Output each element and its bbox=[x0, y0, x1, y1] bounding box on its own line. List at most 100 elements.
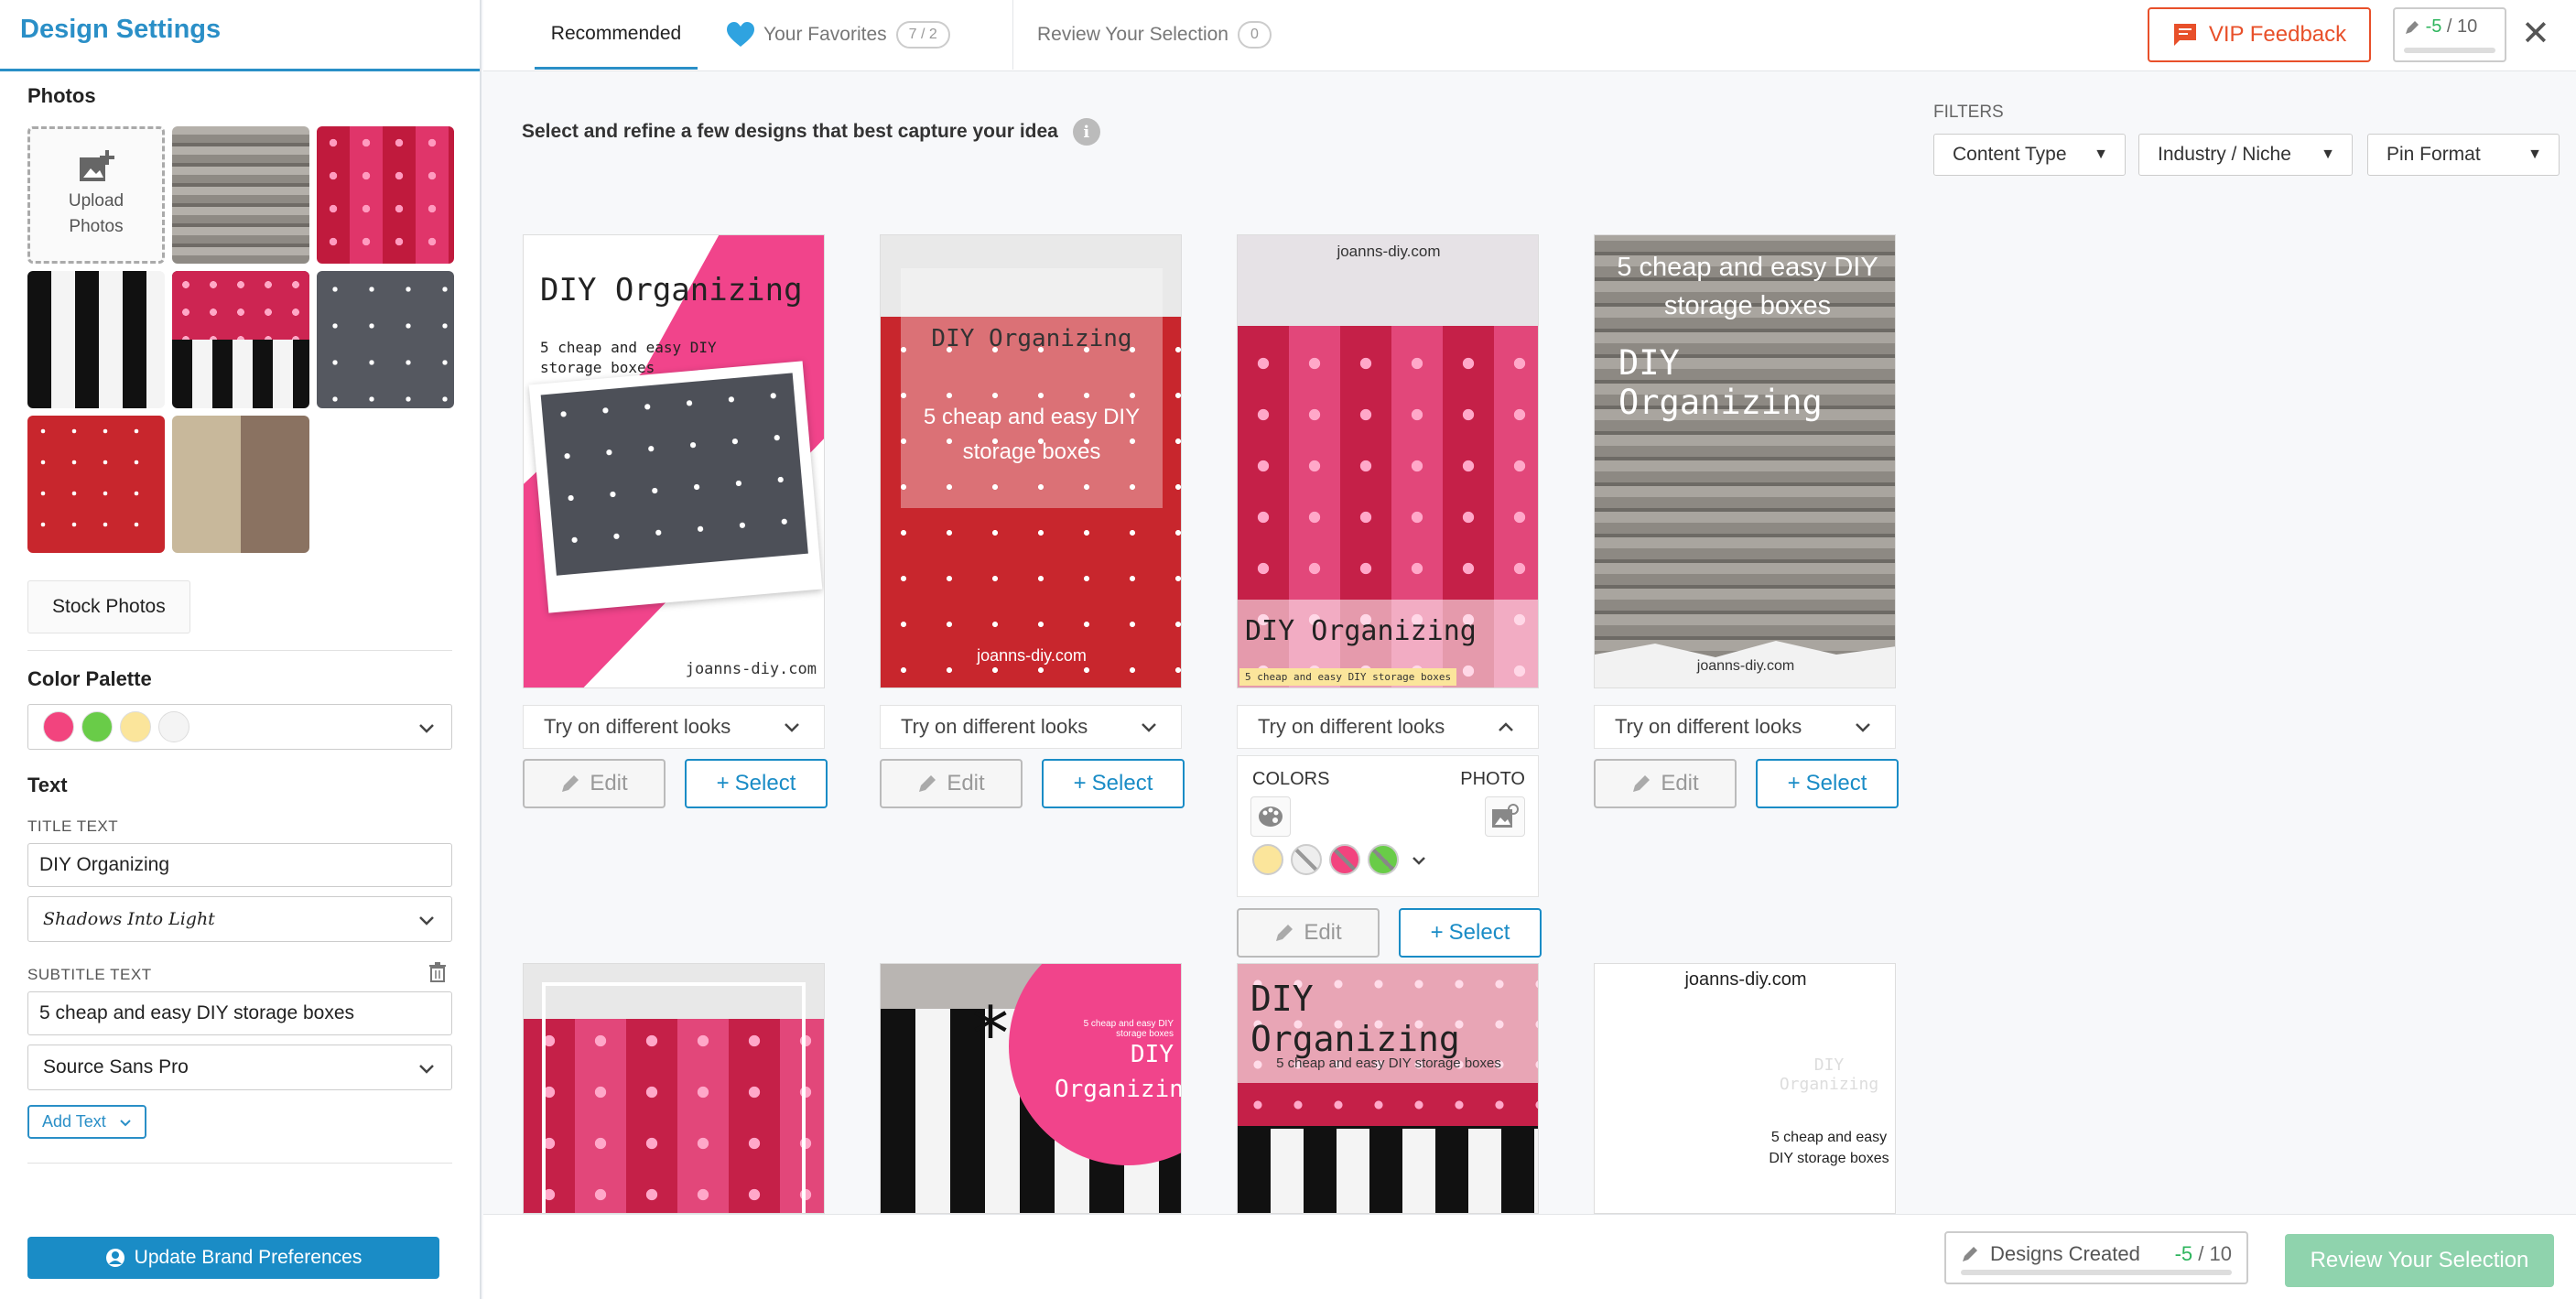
photo-thumb-stacked-boxes[interactable] bbox=[172, 271, 309, 408]
upload-label-2: Photos bbox=[69, 217, 124, 236]
looks-label: Try on different looks bbox=[1258, 715, 1445, 738]
title-font-select[interactable]: Shadows Into Light bbox=[27, 896, 452, 942]
select-button[interactable]: + Select bbox=[1399, 908, 1542, 958]
select-label: Select bbox=[734, 771, 796, 796]
add-photo-icon bbox=[80, 150, 114, 181]
bottom-bar: Designs Created -5 / 10 Review Your Sele… bbox=[483, 1214, 2576, 1299]
design-card-2[interactable]: DIY Organizing 5 cheap and easy DIY stor… bbox=[880, 234, 1182, 688]
edit-button[interactable]: Edit bbox=[523, 759, 666, 808]
try-looks-dropdown-3[interactable]: Try on different looks bbox=[1237, 705, 1539, 749]
vip-feedback-label: VIP Feedback bbox=[2208, 22, 2347, 47]
design-settings-sidebar: Design Settings Photos Upload Photos Sto… bbox=[0, 0, 482, 1299]
select-button[interactable]: + Select bbox=[1756, 759, 1899, 808]
designs-created-counter: Designs Created -5 / 10 bbox=[1944, 1231, 2248, 1284]
tab-favorites[interactable]: Your Favorites 7 / 2 bbox=[727, 0, 950, 70]
photo-thumb-stack-top bbox=[172, 271, 309, 340]
photo-thumb-hearts-box[interactable] bbox=[317, 126, 454, 264]
trash-icon[interactable] bbox=[428, 962, 447, 982]
title-text-input[interactable]: DIY Organizing bbox=[27, 843, 452, 887]
color-swatch-green[interactable] bbox=[1368, 844, 1399, 875]
edit-label: Edit bbox=[1304, 920, 1342, 945]
upload-photos-button[interactable]: Upload Photos bbox=[27, 126, 165, 264]
intro-row: Select and refine a few designs that bes… bbox=[522, 118, 1100, 146]
upload-label-1: Upload bbox=[68, 191, 124, 211]
looks-label: Try on different looks bbox=[1615, 715, 1802, 738]
counter-total: / 10 bbox=[2446, 16, 2478, 37]
plus-icon: + bbox=[1073, 771, 1087, 796]
tab-recommended-label: Recommended bbox=[550, 22, 682, 44]
color-swatch-yellow[interactable] bbox=[1252, 844, 1283, 875]
update-brand-preferences-button[interactable]: Update Brand Preferences bbox=[27, 1237, 439, 1279]
color-swatch-pink[interactable] bbox=[1329, 844, 1360, 875]
chat-bubble-icon bbox=[2173, 24, 2196, 46]
design-card-1[interactable]: DIY Organizing 5 cheap and easy DIY stor… bbox=[523, 234, 825, 688]
add-text-button[interactable]: Add Text bbox=[27, 1105, 146, 1139]
subtitle-label-row: SUBTITLE TEXT bbox=[27, 962, 452, 984]
color-palette-select[interactable] bbox=[27, 704, 452, 750]
chevron-down-icon bbox=[1142, 723, 1156, 732]
subtitle-text-input[interactable]: 5 cheap and easy DIY storage boxes bbox=[27, 991, 452, 1035]
colors-label: COLORS bbox=[1252, 769, 1330, 789]
review-selection-button[interactable]: Review Your Selection bbox=[2285, 1234, 2554, 1287]
select-label: Select bbox=[1448, 920, 1510, 945]
text-overlay-box bbox=[901, 268, 1163, 508]
subtitle-font-select[interactable]: Source Sans Pro bbox=[27, 1045, 452, 1090]
photo-thumb-wood-box[interactable] bbox=[172, 126, 309, 264]
heart-icon bbox=[727, 22, 754, 47]
stock-photos-button[interactable]: Stock Photos bbox=[27, 580, 190, 633]
chevron-down-icon[interactable] bbox=[1410, 851, 1428, 870]
edit-button[interactable]: Edit bbox=[1237, 908, 1380, 958]
divider bbox=[27, 650, 452, 651]
card-site: joanns-diy.com bbox=[1696, 658, 1795, 674]
designs-created-count: -5 / 10 bbox=[2175, 1242, 2232, 1266]
palette-icon[interactable] bbox=[1250, 796, 1291, 837]
filter-label: Industry / Niche bbox=[2158, 144, 2291, 165]
filter-industry-niche[interactable]: Industry / Niche ▼ bbox=[2138, 134, 2353, 176]
edit-button[interactable]: Edit bbox=[880, 759, 1023, 808]
design-card-3[interactable]: joanns-diy.com DIY Organizing 5 cheap an… bbox=[1237, 234, 1539, 688]
striped-box-bottom bbox=[1238, 1129, 1538, 1213]
tab-recommended[interactable]: Recommended bbox=[535, 0, 698, 70]
close-icon[interactable]: ✕ bbox=[2521, 16, 2550, 51]
card-site: joanns-diy.com bbox=[977, 646, 1087, 665]
photo-thumb-striped-box[interactable] bbox=[27, 271, 165, 408]
card-subtitle: 5 cheap and easy DIY storage boxes bbox=[1769, 1130, 1889, 1166]
design-card-7[interactable]: DIY Organizing 5 cheap and easy DIY stor… bbox=[1237, 963, 1539, 1214]
tab-review-label: Review Your Selection bbox=[1037, 24, 1228, 45]
looks-label: Try on different looks bbox=[901, 715, 1088, 738]
looks-label: Try on different looks bbox=[544, 715, 731, 738]
photo-swap-icon[interactable] bbox=[1485, 796, 1525, 837]
counter-progress-bar bbox=[2404, 48, 2495, 53]
design-card-5[interactable] bbox=[523, 963, 825, 1214]
photo-thumb-stars-box[interactable] bbox=[317, 271, 454, 408]
subtitle-text-label: SUBTITLE TEXT bbox=[27, 966, 152, 983]
info-icon[interactable]: i bbox=[1072, 118, 1100, 146]
photo-grid: Upload Photos bbox=[27, 126, 454, 575]
select-label: Select bbox=[1091, 771, 1153, 796]
filter-content-type[interactable]: Content Type ▼ bbox=[1933, 134, 2126, 176]
card-subtitle: 5 cheap and easy DIY storage boxes bbox=[923, 405, 1141, 464]
count-used: -5 bbox=[2174, 1242, 2193, 1265]
design-card-6[interactable]: * 5 cheap and easy DIY storage boxes DIY… bbox=[880, 963, 1182, 1214]
color-swatch-none[interactable] bbox=[1291, 844, 1322, 875]
try-looks-dropdown-1[interactable]: Try on different looks bbox=[523, 705, 825, 749]
select-button[interactable]: + Select bbox=[1042, 759, 1185, 808]
vip-feedback-button[interactable]: VIP Feedback bbox=[2148, 7, 2371, 62]
design-counter: -5 / 10 bbox=[2393, 7, 2506, 62]
tab-review-selection[interactable]: Review Your Selection 0 bbox=[1012, 0, 1272, 70]
asterisk-decoration: * bbox=[972, 991, 1009, 1077]
plus-icon: + bbox=[716, 771, 730, 796]
design-card-4[interactable]: 5 cheap and easy DIY storage boxes DIY O… bbox=[1594, 234, 1896, 688]
white-frame bbox=[542, 982, 806, 1213]
caret-down-icon: ▼ bbox=[2094, 146, 2108, 162]
photo-thumb-red-stars-box[interactable] bbox=[27, 416, 165, 553]
user-circle-icon bbox=[105, 1249, 124, 1267]
edit-button[interactable]: Edit bbox=[1594, 759, 1737, 808]
try-looks-dropdown-4[interactable]: Try on different looks bbox=[1594, 705, 1896, 749]
design-card-8[interactable]: joanns-diy.com DIY Organizing 5 cheap an… bbox=[1594, 963, 1896, 1214]
sidebar-title: Design Settings bbox=[20, 15, 222, 44]
try-looks-dropdown-2[interactable]: Try on different looks bbox=[880, 705, 1182, 749]
select-button[interactable]: + Select bbox=[685, 759, 828, 808]
photo-thumb-collage[interactable] bbox=[172, 416, 309, 553]
filter-pin-format[interactable]: Pin Format ▼ bbox=[2367, 134, 2560, 176]
